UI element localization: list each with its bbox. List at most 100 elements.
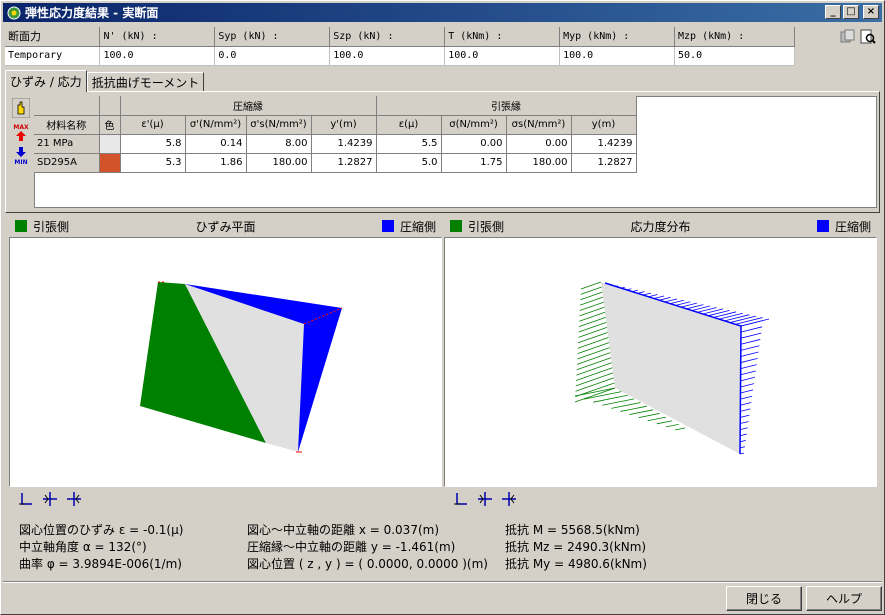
tension-vector xyxy=(629,409,654,415)
compression-vector xyxy=(730,315,756,323)
cell-value: 180.00 xyxy=(506,153,572,173)
info-line: 図心位置 ( z , y ) = ( 0.0000, 0.0000 )(m) xyxy=(247,557,488,571)
material-name: SD295A xyxy=(34,153,100,173)
col-header: y'(m) xyxy=(311,115,377,135)
col-header: σs(N/mm²) xyxy=(506,115,572,135)
compression-vector xyxy=(740,345,760,351)
tension-vector xyxy=(638,413,660,419)
tension-vector xyxy=(602,398,635,406)
chart-title: ひずみ平面 xyxy=(195,219,256,234)
force-value[interactable]: 0.0 xyxy=(214,46,331,66)
close-window-button[interactable]: × xyxy=(863,5,879,19)
hand-icon[interactable] xyxy=(12,98,30,118)
info-line: 圧縮縁～中立軸の距離 y = -1.461(m) xyxy=(247,540,456,554)
col-header: ε'(μ) xyxy=(120,115,186,135)
tension-vector xyxy=(577,337,609,349)
compression-vector xyxy=(740,320,764,327)
compression-legend-label: 圧縮側 xyxy=(834,219,871,234)
stress-distribution-panel: 引張側 応力度分布 圧縮側 xyxy=(444,215,877,511)
tension-vector xyxy=(579,311,606,322)
compression-vector xyxy=(740,364,757,370)
compression-vector xyxy=(653,295,665,299)
compression-vector xyxy=(740,383,755,388)
col-header: ε(μ) xyxy=(376,115,442,135)
material-name: 21 MPa xyxy=(34,134,100,154)
strain-plane-svg xyxy=(140,281,343,453)
force-value[interactable]: 50.0 xyxy=(674,46,795,66)
tension-vector xyxy=(611,402,641,409)
cell-value: 1.4239 xyxy=(571,134,637,154)
stress-distribution-canvas[interactable] xyxy=(444,237,877,487)
cell-value: 1.2827 xyxy=(571,153,637,173)
preview-icon[interactable] xyxy=(860,29,876,45)
compression-vector xyxy=(740,357,758,363)
cell-value: 1.4239 xyxy=(311,134,377,154)
axis-icon[interactable] xyxy=(17,491,35,507)
cell-value: 5.5 xyxy=(376,134,442,154)
tension-vector xyxy=(576,362,612,376)
col-header: σ'(N/mm²) xyxy=(185,115,247,135)
minimize-button[interactable]: _ xyxy=(825,5,841,19)
tension-vector xyxy=(620,405,647,412)
material-color-swatch xyxy=(99,134,121,154)
tension-vector xyxy=(577,347,610,360)
maximize-button[interactable]: □ xyxy=(843,5,859,19)
force-col-header: Mzp (kNm) : xyxy=(674,27,795,47)
help-button[interactable]: ヘルプ xyxy=(806,586,882,611)
compression-vector xyxy=(739,439,746,443)
section-plane xyxy=(601,282,741,454)
compression-vector xyxy=(740,421,749,424)
axis-rotate-icon[interactable] xyxy=(41,491,59,507)
compression-vector xyxy=(740,370,756,376)
min-icon[interactable]: MIN xyxy=(12,146,30,166)
close-button[interactable]: 閉じる xyxy=(726,586,802,611)
axis-flip-icon[interactable] xyxy=(65,491,83,507)
compression-vector xyxy=(740,395,753,400)
compression-vector xyxy=(740,339,761,345)
result-table: 圧縮縁 引張縁 材料名称 色 ε'(μ) σ'(N/mm²) σ's(N/mm²… xyxy=(34,96,637,173)
cell-value: 8.00 xyxy=(246,134,312,154)
tab-strain-stress[interactable]: ひずみ / 応力 xyxy=(5,70,87,92)
info-line: 中立軸角度 α = 132(°) xyxy=(19,540,147,554)
compression-vector xyxy=(740,332,762,339)
compression-vector xyxy=(740,351,759,357)
compression-vector xyxy=(740,376,755,382)
compression-vector xyxy=(708,309,730,317)
tension-vector xyxy=(665,423,679,428)
tab-panel: MAX MIN 圧縮縁 引張縁 材料名称 色 ε'(μ) σ'(N/mm²) σ… xyxy=(5,91,880,213)
tension-vector xyxy=(647,416,666,422)
cell-value: 0.00 xyxy=(441,134,507,154)
tension-vector xyxy=(576,367,613,381)
strain-plane-canvas[interactable] xyxy=(9,237,442,487)
tension-vector xyxy=(578,316,606,328)
stress-distribution-svg xyxy=(574,281,770,455)
compression-vector xyxy=(740,414,750,418)
compression-vector xyxy=(740,389,754,394)
info-line: 曲率 φ = 3.9894E-006(1/m) xyxy=(19,557,182,571)
table-row[interactable]: SD295A 5.3 1.86 180.00 1.2827 5.0 1.75 1… xyxy=(34,153,637,173)
tension-vector xyxy=(576,352,611,365)
header-material-name: 材料名称 xyxy=(34,115,100,135)
cell-value: 1.2827 xyxy=(311,153,377,173)
col-header: σ(N/mm²) xyxy=(441,115,507,135)
force-value[interactable]: 100.0 xyxy=(99,46,216,66)
force-value[interactable]: 100.0 xyxy=(329,46,446,66)
force-value[interactable]: 100.0 xyxy=(559,46,676,66)
axis-rotate-icon[interactable] xyxy=(476,491,494,507)
cell-value: 180.00 xyxy=(246,153,312,173)
compression-vector xyxy=(740,427,748,431)
col-header: y(m) xyxy=(571,115,637,135)
copy-icon[interactable] xyxy=(840,29,856,45)
divider xyxy=(3,581,882,583)
table-row[interactable]: 21 MPa 5.8 0.14 8.00 1.4239 5.5 0.00 0.0… xyxy=(34,134,637,154)
force-value[interactable]: 100.0 xyxy=(444,46,561,66)
max-icon[interactable]: MAX xyxy=(12,122,30,142)
tab-bar: ひずみ / 応力 抵抗曲げモーメント xyxy=(5,70,205,92)
cell-value: 0.14 xyxy=(185,134,247,154)
tab-resisting-moment[interactable]: 抵抗曲げモーメント xyxy=(86,72,205,92)
axis-flip-icon[interactable] xyxy=(500,491,518,507)
info-line: 抵抗 M = 5568.5(kNm) xyxy=(505,523,640,537)
axis-icon[interactable] xyxy=(452,491,470,507)
compression-legend-swatch xyxy=(816,220,829,232)
tension-vector xyxy=(674,427,686,431)
